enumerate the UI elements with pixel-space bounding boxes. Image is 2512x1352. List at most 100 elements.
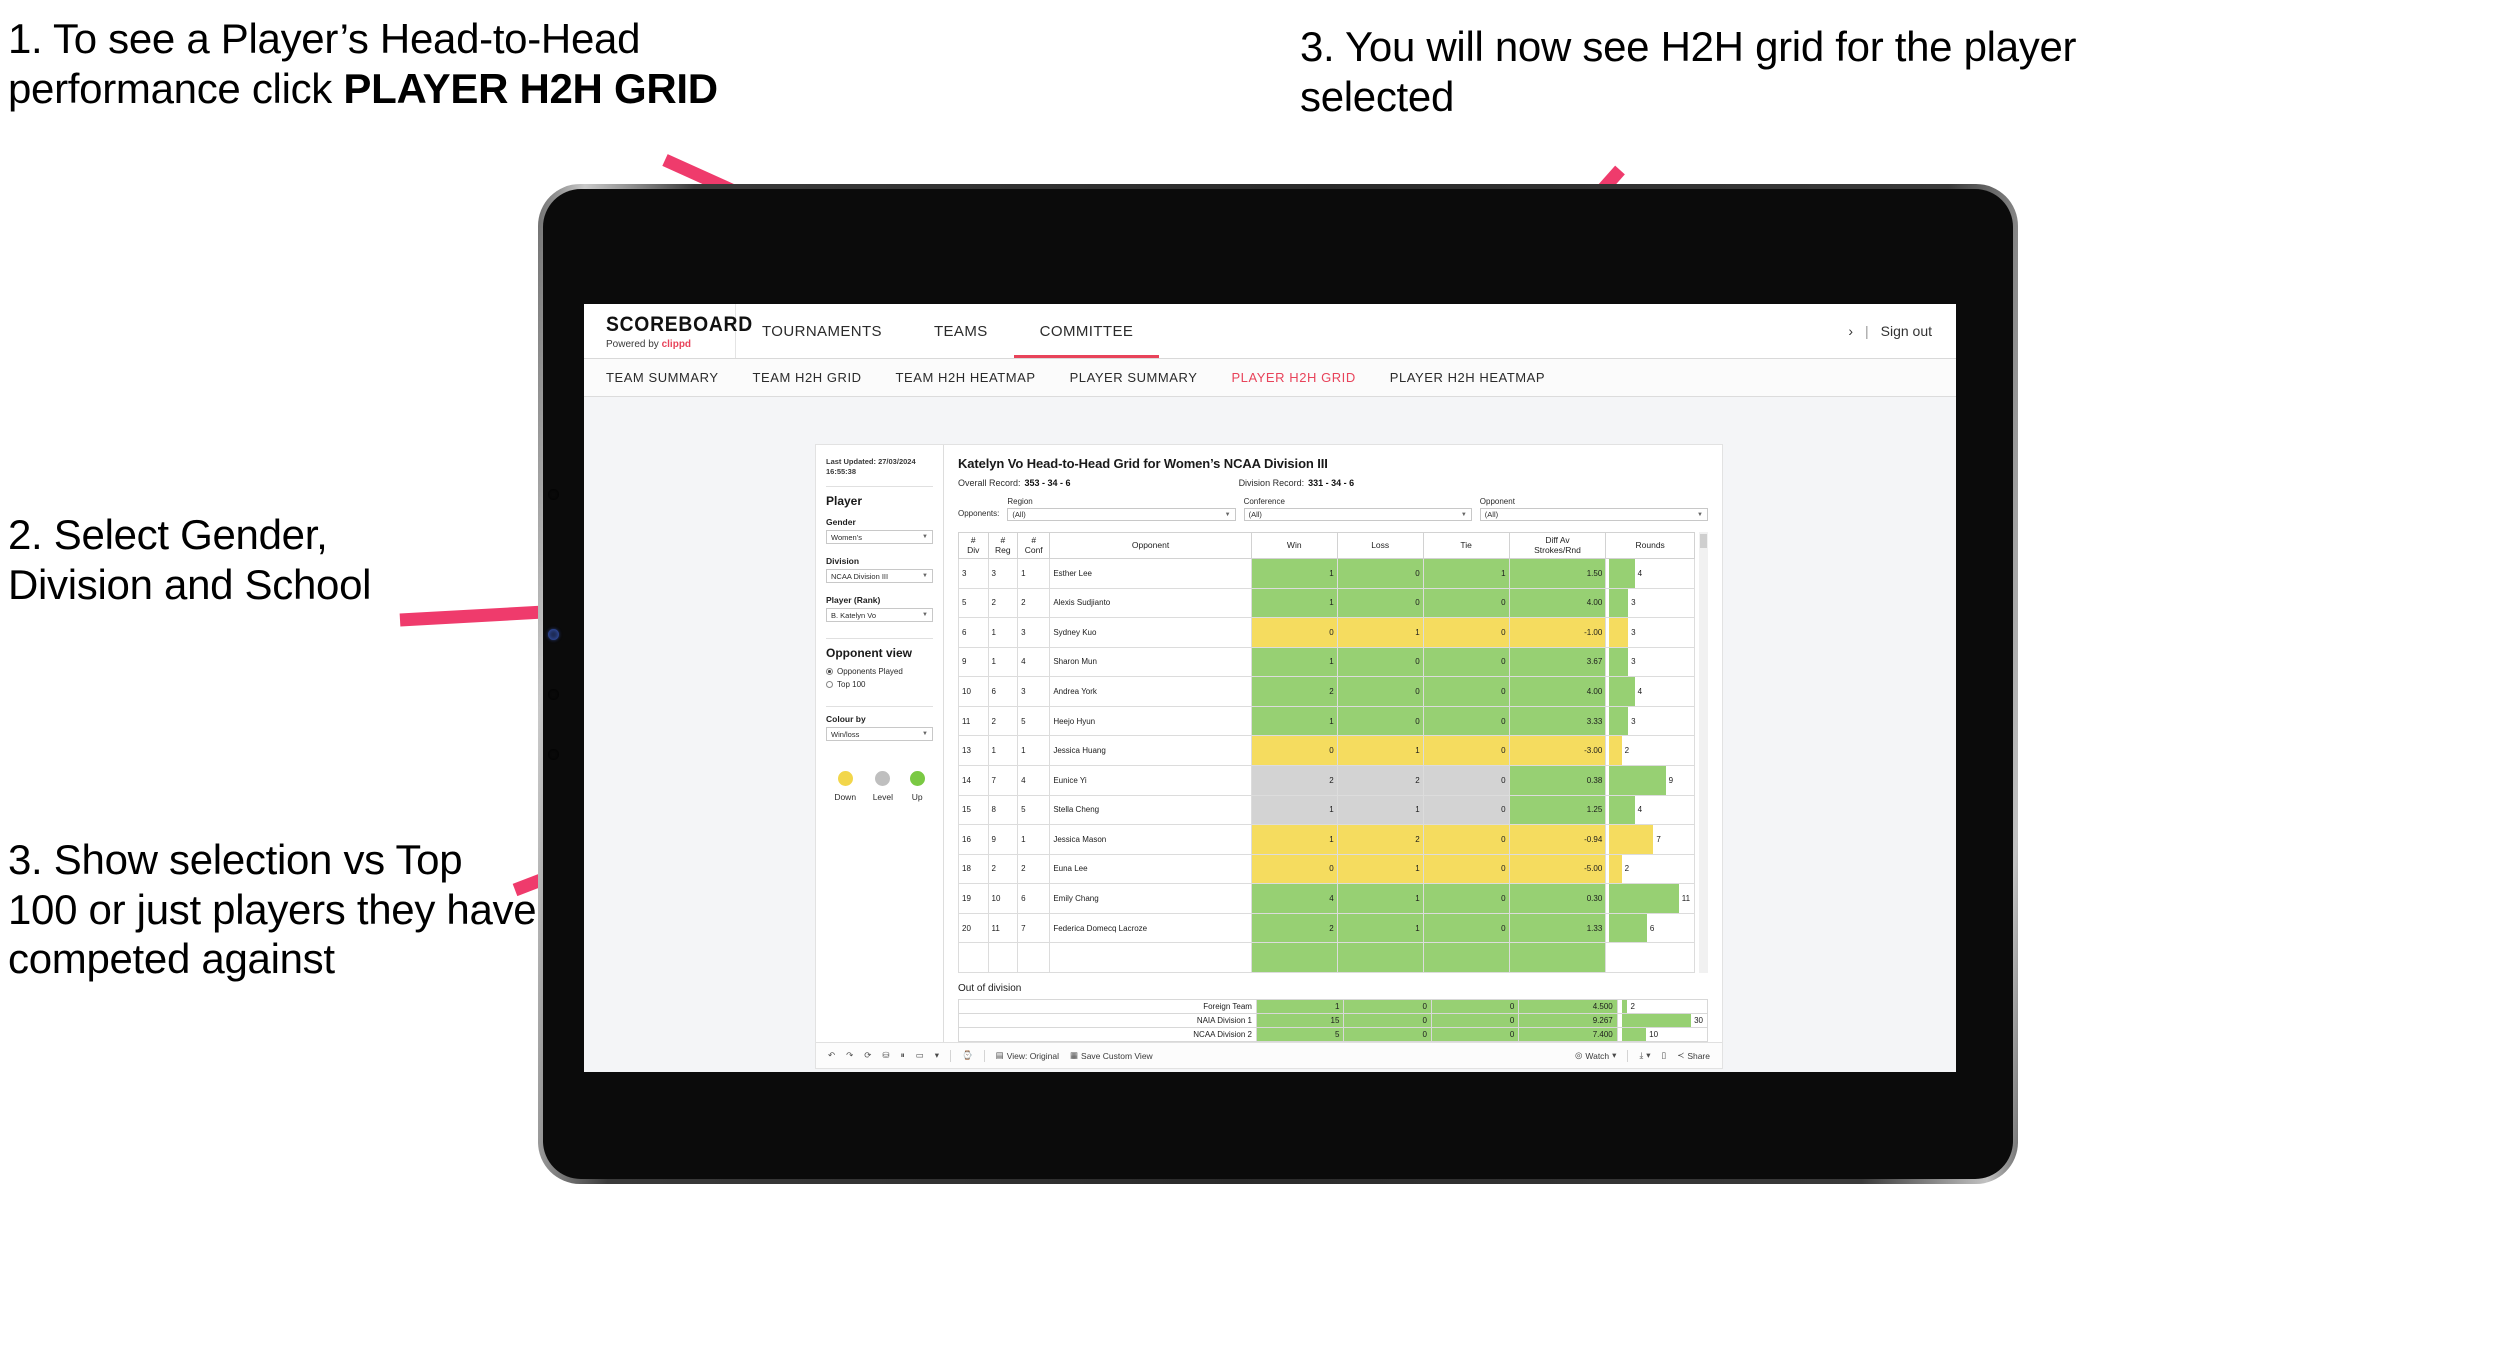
sign-out-link[interactable]: Sign out [1881,323,1932,339]
grid-col-header-6[interactable]: Tie [1422,532,1510,559]
player-rank-value: B. Katelyn Vo [831,610,877,620]
grid-col-header-7[interactable]: Diff Av Strokes/Rnd [1508,532,1607,559]
grid-col-header-4[interactable]: Win [1250,532,1338,559]
save-custom-view-button[interactable]: ▦ Save Custom View [1070,1050,1153,1061]
grid-col-header-1[interactable]: # Reg [987,532,1019,559]
annotation-step-3-right: 3. You will now see H2H grid for the pla… [1300,23,2077,120]
chevron-down-icon[interactable]: ▾ [935,1050,939,1061]
tab-team-h2h-heatmap[interactable]: TEAM H2H HEATMAP [896,370,1036,385]
pause-icon[interactable]: ⏸ [901,1050,905,1061]
cell-tie: 0 [1422,853,1510,885]
colour-by-select[interactable]: Win/loss ▼ [826,727,933,742]
revert-icon[interactable]: ⟳ [864,1050,871,1061]
download-button[interactable]: ⤓ ▾ [1639,1050,1650,1061]
out-of-division-section: Out of division Foreign Team 1 0 0 4.500 2 NAI… [958,983,1709,1042]
colour-by-value: Win/loss [831,729,860,739]
radio-opponents-played[interactable]: Opponents Played [826,667,933,676]
history-icon[interactable]: ⌚ [962,1050,973,1061]
rectangle-select-icon[interactable]: ▭ [916,1050,924,1061]
scrollbar-thumb[interactable] [1700,534,1707,548]
table-row[interactable]: NAIA Division 1 15 0 0 9.267 30 [958,1013,1709,1028]
cell-tie: 0 [1430,1013,1520,1028]
table-row[interactable]: 15 8 5 Stella Cheng 1 1 0 1.25 4 [958,794,1695,826]
table-row[interactable]: 14 7 4 Eunice Yi 2 2 0 0.38 9 [958,764,1695,796]
cell-conf: 3 [1017,617,1051,648]
tab-team-h2h-grid[interactable]: TEAM H2H GRID [753,370,862,385]
chevron-down-icon: ▼ [1224,511,1231,518]
table-row[interactable]: 19 10 6 Emily Chang 4 1 0 0.30 11 [958,883,1695,914]
radio-opponents-played-label: Opponents Played [837,667,903,677]
tab-team-summary[interactable]: TEAM SUMMARY [606,370,719,385]
dashboard-workspace: Last Updated: 27/03/2024 16:55:38 Player… [584,397,1956,1072]
cell-tie: 0 [1422,764,1510,796]
cell-rounds: 2 [1616,999,1709,1014]
gender-select[interactable]: Women’s ▼ [826,530,933,545]
cell-tie: 0 [1422,617,1510,648]
colour-by-label: Colour by [826,714,866,725]
redo-icon[interactable]: ↷ [846,1050,853,1061]
cell-conf: 7 [1017,912,1051,944]
top-nav-item-tournaments[interactable]: TOURNAMENTS [736,304,908,358]
cell-div: 11 [958,705,989,737]
page-title: Katelyn Vo Head-to-Head Grid for Women’s… [958,456,1328,471]
grid-col-header-2[interactable]: # Conf [1017,532,1051,559]
table-row[interactable]: 3 3 1 Esther Lee 1 0 1 1.50 4 [958,558,1695,589]
tab-player-h2h-heatmap[interactable]: PLAYER H2H HEATMAP [1390,370,1545,385]
device-preview-icon[interactable]: ▯ [1662,1050,1667,1061]
share-button[interactable]: ≺ Share [1677,1050,1710,1061]
refresh-icon[interactable]: ⛁ [882,1050,889,1061]
player-rank-select[interactable]: B. Katelyn Vo ▼ [826,608,933,623]
cell-rounds: 6 [1605,912,1695,944]
divider [950,1049,952,1062]
filter-conference-label: Conference [1243,497,1285,506]
radio-top-100[interactable]: Top 100 [826,680,933,689]
cell-div: 3 [958,558,989,589]
filter-region-select[interactable]: (All) ▼ [1007,508,1236,521]
table-row[interactable] [958,942,1695,973]
tab-player-h2h-grid[interactable]: PLAYER H2H GRID [1231,370,1355,385]
grid-col-header-8[interactable]: Rounds [1605,532,1695,559]
grid-col-header-0[interactable]: # Div [958,532,989,559]
player-rank-label: Player (Rank) [826,595,881,606]
table-row[interactable]: 18 2 2 Euna Lee 0 1 0 -5.00 2 [958,853,1695,885]
table-row[interactable]: Foreign Team 1 0 0 4.500 2 [958,999,1709,1014]
table-row[interactable]: 9 1 4 Sharon Mun 1 0 0 3.67 3 [958,646,1695,678]
watch-button[interactable]: ◎ Watch ▾ [1575,1050,1616,1061]
cell-tie: 0 [1422,883,1510,914]
table-row[interactable]: 13 1 1 Jessica Huang 0 1 0 -3.00 2 [958,735,1695,766]
cell-diff-av: -5.00 [1508,853,1607,885]
undo-icon[interactable]: ↶ [828,1050,835,1061]
table-row[interactable]: NCAA Division 2 5 0 0 7.400 10 [958,1027,1709,1042]
scoreboard-logo[interactable]: SCOREBOARD Powered by clippd [584,304,752,358]
grid-vertical-scrollbar[interactable] [1699,532,1708,973]
save-view-icon: ▦ [1070,1050,1079,1060]
cell-div: 18 [958,853,989,885]
panel-heading-player: Player [826,494,863,509]
table-row[interactable]: 6 1 3 Sydney Kuo 0 1 0 -1.00 3 [958,617,1695,648]
divider [983,1049,985,1062]
filter-conference-value: (All) [1248,510,1262,519]
top-nav-item-teams[interactable]: TEAMS [908,304,1014,358]
table-row[interactable]: 5 2 2 Alexis Sudjianto 1 0 0 4.00 3 [958,587,1695,619]
grid-col-header-5[interactable]: Loss [1336,532,1424,559]
cell-loss: 0 [1343,1013,1432,1028]
division-select[interactable]: NCAA Division III ▼ [826,569,933,584]
view-original-button[interactable]: ▤ View: Original [996,1050,1059,1061]
tab-player-summary[interactable]: PLAYER SUMMARY [1070,370,1198,385]
top-nav-item-committee[interactable]: COMMITTEE [1013,304,1160,358]
filter-conference: Conference (All) ▼ [1243,497,1472,521]
cell-rounds: 4 [1605,676,1695,707]
filter-conference-select[interactable]: (All) ▼ [1243,508,1472,521]
table-row[interactable]: 20 11 7 Federica Domecq Lacroze 2 1 0 1.33 6 [958,912,1695,944]
cell-loss: 0 [1336,587,1424,619]
legend-item-down: Down [834,771,856,802]
cell-reg: 1 [987,735,1019,766]
table-row[interactable]: 10 6 3 Andrea York 2 0 0 4.00 4 [958,676,1695,707]
table-row[interactable]: 16 9 1 Jessica Mason 1 2 0 -0.94 7 [958,824,1695,855]
table-row[interactable]: 11 2 5 Heejo Hyun 1 0 0 3.33 3 [958,705,1695,737]
division-value: NCAA Division III [831,571,889,581]
filter-opponent-select[interactable]: (All) ▼ [1479,508,1708,521]
grid-col-header-3[interactable]: Opponent [1049,532,1252,559]
cell-div: 9 [958,646,989,678]
divider [1627,1049,1629,1062]
